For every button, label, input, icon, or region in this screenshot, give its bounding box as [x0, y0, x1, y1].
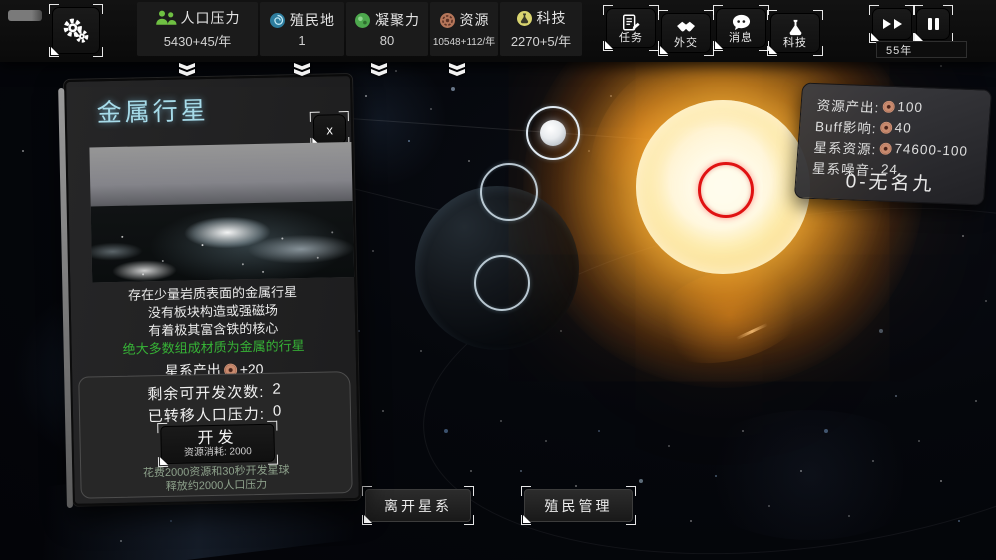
menu-button-missions[interactable]: 任务: [606, 8, 656, 48]
stat-label: 殖民地: [290, 10, 335, 30]
stat-label: 科技: [537, 8, 567, 28]
pause-icon: [928, 18, 932, 30]
stat-value: 1: [298, 33, 305, 48]
fast-forward-icon: [894, 19, 902, 29]
develop-button[interactable]: 开发 资源消耗: 2000: [160, 424, 275, 464]
panel-title: 金属行星: [96, 91, 209, 129]
stat-label: 人口压力: [181, 8, 241, 28]
develop-hint: 花费2000资源和30秒开发星球 释放约2000人口压力: [81, 462, 352, 496]
planet-description: 存在少量岩质表面的金属行星 没有板块构造或强磁场 有着极其富含铁的核心 绝大多数…: [70, 282, 355, 360]
system-info-panel: 资源产出:100 Buff影响:40 星系资源:74600-100 星系噪音:2…: [794, 82, 992, 205]
pause-button[interactable]: [916, 8, 950, 40]
transferred-pressure-row: 已转移人口压力:0: [80, 401, 350, 428]
menu-button-science[interactable]: 科技: [770, 13, 820, 53]
colony-management-button[interactable]: 殖民管理: [524, 489, 633, 522]
stat-value: 10548+112/年: [433, 33, 495, 48]
planet-selection-ring[interactable]: [526, 106, 580, 160]
stat-colonies[interactable]: 殖民地 1: [260, 2, 344, 56]
development-section: 剩余可开发次数:2 已转移人口压力:0 开发 资源消耗: 2000 花费2000…: [78, 371, 352, 499]
chevron-down-icon[interactable]: [371, 63, 387, 77]
menu-label: 任务: [619, 33, 643, 44]
close-button[interactable]: x: [313, 114, 347, 145]
fast-forward-icon: [883, 19, 891, 29]
resource-coin-icon: [879, 121, 892, 133]
colony-icon: [269, 12, 286, 29]
flask-icon: [786, 18, 805, 37]
close-icon: x: [326, 122, 333, 137]
planet-detail-panel: 金属行星 x 存在少量岩质表面的金属行星 没有板块构造或强磁场 有着极其富含铁的…: [64, 74, 361, 506]
stat-population-pressure[interactable]: 人口压力 5430+45/年: [137, 2, 258, 56]
diplomacy-icon: [675, 18, 698, 35]
stat-value: 80: [380, 33, 394, 48]
stat-label: 凝聚力: [375, 10, 420, 30]
corner-handle: [8, 10, 42, 21]
resource-coin-icon: [879, 142, 892, 154]
planet-selection-ring[interactable]: [480, 163, 538, 221]
resource-icon: [439, 12, 456, 29]
chevron-down-icon[interactable]: [179, 63, 195, 77]
menu-button-messages[interactable]: 消息: [716, 8, 766, 48]
sun-selection-ring-red[interactable]: [698, 162, 754, 218]
planet-preview-image: [89, 142, 354, 282]
fast-forward-button[interactable]: [872, 8, 912, 40]
stat-cohesion[interactable]: 凝聚力 80: [346, 2, 428, 56]
messages-icon: [731, 13, 752, 32]
chevron-down-icon[interactable]: [294, 63, 310, 77]
stat-resources[interactable]: 资源 10548+112/年: [430, 2, 498, 56]
stat-value: 5430+45/年: [164, 31, 232, 50]
pause-icon: [935, 18, 939, 30]
game-screen: 人口压力 5430+45/年 殖民地 1 凝聚力: [0, 0, 996, 560]
chevron-down-icon[interactable]: [449, 63, 465, 77]
top-bar: 人口压力 5430+45/年 殖民地 1 凝聚力: [0, 0, 996, 62]
resource-coin-icon: [882, 100, 895, 112]
gear-icon: [61, 16, 91, 46]
missions-icon: [621, 13, 641, 32]
planet-selection-ring[interactable]: [474, 255, 530, 311]
menu-label: 科技: [783, 38, 807, 49]
settings-button[interactable]: [52, 7, 100, 54]
menu-label: 消息: [729, 33, 753, 44]
cohesion-icon: [354, 12, 371, 29]
year-display: 55年: [876, 41, 967, 58]
leave-system-button[interactable]: 离开星系: [365, 489, 471, 522]
stat-value: 2270+5/年: [511, 31, 571, 50]
science-icon: [516, 10, 533, 27]
stat-science[interactable]: 科技 2270+5/年: [500, 2, 582, 56]
stat-label: 资源: [460, 10, 490, 30]
population-icon: [155, 10, 177, 26]
menu-button-diplomacy[interactable]: 外交: [661, 13, 711, 53]
menu-label: 外交: [674, 38, 698, 49]
